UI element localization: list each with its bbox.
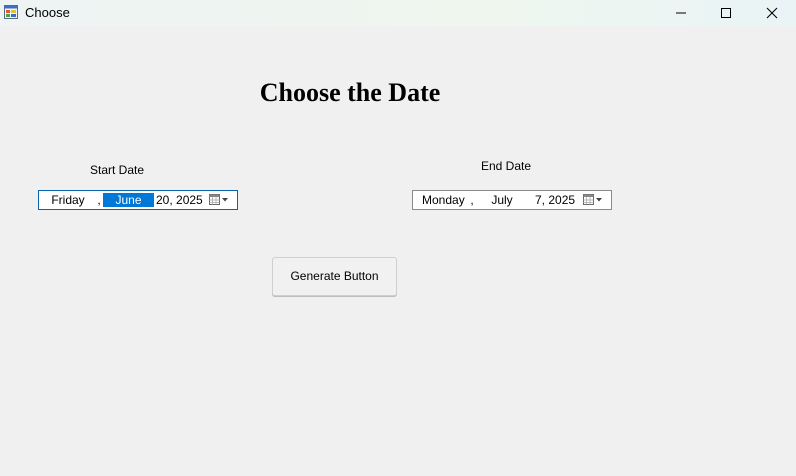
minimize-icon bbox=[676, 12, 686, 14]
maximize-button[interactable] bbox=[703, 0, 749, 26]
generate-button[interactable]: Generate Button bbox=[272, 257, 397, 296]
end-month[interactable]: July bbox=[489, 193, 515, 207]
calendar-dropdown-icon[interactable] bbox=[209, 194, 231, 206]
minimize-button[interactable] bbox=[658, 0, 704, 26]
start-date-picker[interactable]: Friday , June 20, 2025 bbox=[38, 190, 238, 210]
end-date-label: End Date bbox=[481, 159, 532, 173]
end-weekday[interactable]: Monday bbox=[422, 193, 465, 207]
calendar-dropdown-icon[interactable] bbox=[583, 194, 605, 206]
start-weekday[interactable]: Friday bbox=[49, 193, 87, 207]
end-date-picker[interactable]: Monday , July 7, 2025 bbox=[412, 190, 612, 210]
window-title: Choose bbox=[25, 5, 70, 20]
app-window-icon bbox=[4, 5, 18, 19]
maximize-icon bbox=[721, 8, 731, 18]
close-button[interactable] bbox=[749, 0, 795, 26]
start-day-year[interactable]: 20, 2025 bbox=[156, 193, 203, 207]
start-separator: , bbox=[97, 193, 101, 207]
start-month-selected[interactable]: June bbox=[103, 193, 154, 207]
title-bar[interactable]: Choose bbox=[0, 0, 796, 26]
page-title: Choose the Date bbox=[259, 78, 441, 107]
start-date-label: Start Date bbox=[90, 163, 145, 177]
end-day-year[interactable]: 7, 2025 bbox=[535, 193, 575, 207]
end-separator: , bbox=[470, 193, 474, 207]
close-icon bbox=[766, 7, 778, 19]
